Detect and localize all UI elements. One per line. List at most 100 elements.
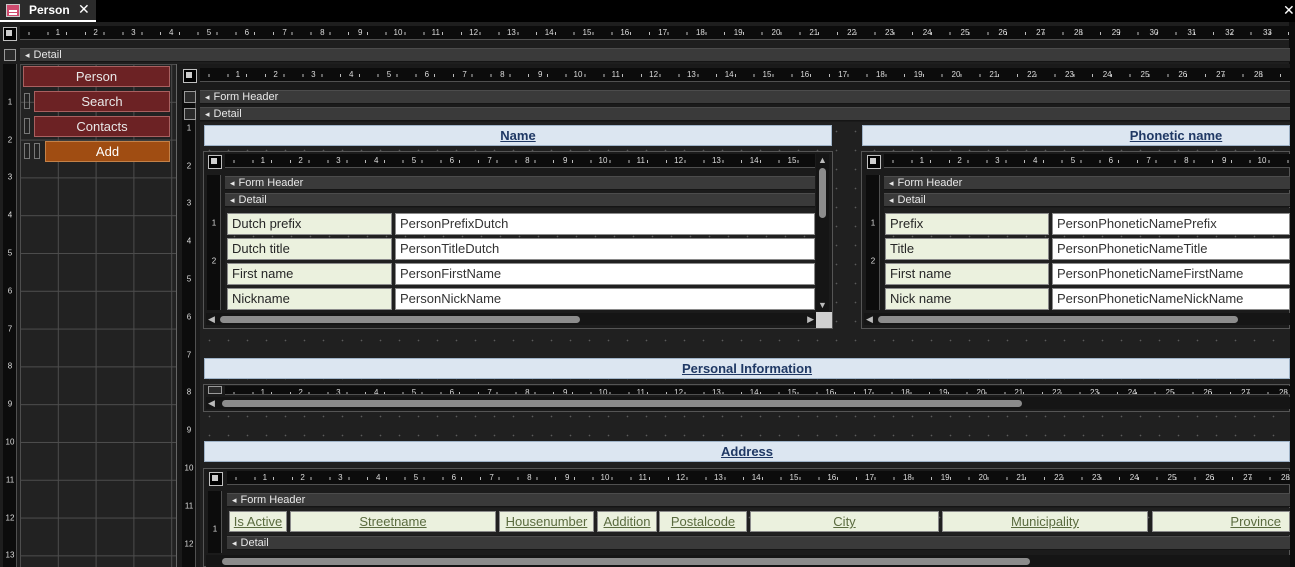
ruler-number: 21 [989,70,999,79]
section-label: Form Header [240,494,306,506]
column-header[interactable]: Addition [597,511,657,532]
form-header-bar[interactable]: ◂ Form Header [884,176,1290,190]
ruler-number: 20 [976,388,986,395]
ruler-number: 5 [413,473,419,482]
ruler-number: 18 [695,28,705,37]
ruler-number: 14 [749,388,759,395]
detail-section-bar[interactable]: ◂ Detail [20,48,1290,62]
subform-vertical-ruler: 1 2 3 4 5 6 7 8 9 10 11 12 [182,90,196,567]
detail-section-bar[interactable]: ◂ Detail [200,107,1290,121]
text-field[interactable]: PersonPhoneticNamePrefix [1052,213,1290,235]
contacts-button[interactable]: Contacts [34,116,170,137]
column-header[interactable]: City [750,511,939,532]
ruler-number: 21 [1016,473,1026,482]
field-label[interactable]: First name [227,263,392,285]
ruler-number: 4 [373,156,379,165]
ruler-number: 12 [674,388,684,395]
horizontal-ruler: 1 2 3 4 5 6 7 8 9 10 11 12 13 14 15 16 17 18 19 20 21 22 23 24 2… [20,26,1290,40]
ruler-number: 1 [211,218,217,228]
tab-person[interactable]: Person ✕ [0,0,96,22]
ruler-number: 16 [800,70,810,79]
ruler-number: 11 [636,388,645,395]
close-window-icon[interactable]: ✕ [1283,2,1295,19]
person-button[interactable]: Person [23,66,170,87]
add-button[interactable]: Add [45,141,170,162]
ruler-number: 28 [1280,473,1290,482]
subform-selector[interactable] [183,69,197,83]
tab-stop-marker [34,143,40,159]
vertical-scrollbar[interactable]: ▲ ▼ [816,154,829,311]
ruler-number: 23 [1091,473,1101,482]
ruler-number: 11 [636,156,645,165]
horizontal-scrollbar[interactable]: ◀ [206,397,1290,409]
field-label[interactable]: Nickname [227,288,392,310]
ruler-number: 7 [1146,156,1151,165]
ruler-number: 14 [724,70,734,79]
form-header-bar[interactable]: ◂ Form Header [227,493,1290,507]
text-field[interactable]: PersonFirstName [395,263,815,285]
tab-close-icon[interactable]: ✕ [78,1,90,18]
section-collapse-icon: ◂ [230,195,235,205]
ruler-number: 9 [1221,156,1227,165]
ruler-number: 9 [357,28,363,37]
column-header[interactable]: Streetname [290,511,496,532]
text-field[interactable]: PersonNickName [395,288,815,310]
column-header[interactable]: Postalcode [659,511,747,532]
search-button[interactable]: Search [34,91,170,112]
column-header[interactable]: Is Active [229,511,287,532]
ruler-number: 25 [1140,70,1150,79]
subform-selector[interactable] [208,155,222,169]
column-header[interactable]: Housenumber [499,511,594,532]
field-label[interactable]: Title [885,238,1049,260]
ruler-number: 14 [751,473,761,482]
field-label[interactable]: Nick name [885,288,1049,310]
ruler-number: 23 [884,28,894,37]
ruler-number: 26 [1203,388,1213,395]
ruler-number: 8 [527,473,532,482]
ruler-number: 1 [235,70,241,79]
column-header[interactable]: Province [1152,511,1290,532]
section-selector[interactable] [4,49,16,61]
form-header-bar[interactable]: ◂ Form Header [225,176,815,190]
section-collapse-icon: ◂ [889,195,894,205]
field-label[interactable]: Prefix [885,213,1049,235]
horizontal-scrollbar[interactable]: ◀ [864,313,1290,325]
ruler-number: 2 [7,135,13,145]
detail-section-bar[interactable]: ◂ Detail [884,193,1290,207]
section-selector[interactable] [184,91,196,103]
subform-selector[interactable] [209,472,223,486]
ruler-number: 3 [131,28,136,37]
ruler-number: 2 [273,70,278,79]
subform-selector[interactable] [208,386,222,394]
field-label[interactable]: First name [885,263,1049,285]
section-selector[interactable] [184,108,196,120]
section-label: Form Header [897,177,963,189]
column-header[interactable]: Municipality [942,511,1148,532]
section-collapse-icon: ◂ [232,495,237,505]
ruler-number: 18 [902,473,912,482]
form-header-bar[interactable]: ◂ Form Header [200,90,1290,104]
horizontal-scrollbar[interactable]: ◀ ▶ [206,313,816,325]
ruler-number: 22 [847,28,857,37]
text-field[interactable]: PersonPhoneticNameNickName [1052,288,1290,310]
ruler-number: 32 [1225,28,1235,37]
ruler-number: 5 [1070,156,1076,165]
detail-section-bar[interactable]: ◂ Detail [225,193,815,207]
field-label[interactable]: Dutch prefix [227,213,392,235]
ruler-number: 6 [449,388,455,395]
horizontal-scrollbar[interactable] [206,555,1290,567]
text-field[interactable]: PersonPhoneticNameFirstName [1052,263,1290,285]
text-field[interactable]: PersonPhoneticNameTitle [1052,238,1290,260]
field-label[interactable]: Dutch title [227,238,392,260]
ruler-number: 12 [674,156,684,165]
address-title: Address [204,441,1290,462]
ruler-number: 2 [957,156,962,165]
text-field[interactable]: PersonTitleDutch [395,238,815,260]
text-field[interactable]: PersonPrefixDutch [395,213,815,235]
detail-section-bar[interactable]: ◂ Detail [227,536,1290,550]
subform-selector[interactable] [867,155,881,169]
ruler-number: 17 [838,70,848,79]
ruler-number: 15 [762,70,772,79]
form-selector[interactable] [3,27,17,41]
ruler-number: 11 [638,473,647,482]
